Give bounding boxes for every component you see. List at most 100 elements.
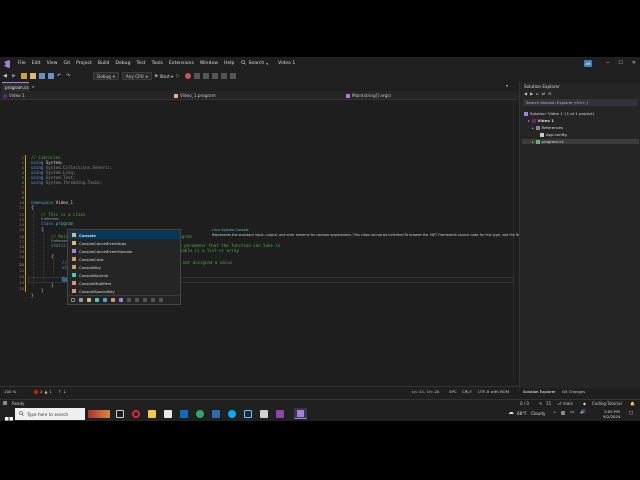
- completion-item[interactable]: ConsoleCancelEventHandler: [69, 247, 180, 255]
- mail-icon[interactable]: [164, 410, 172, 418]
- git-counts[interactable]: 0 / 0: [520, 401, 529, 406]
- tab-program-cs[interactable]: program.cs ✕: [2, 82, 35, 91]
- redo-icon[interactable]: ↷: [66, 73, 72, 79]
- windows-start-icon[interactable]: [5, 410, 13, 421]
- taskbar-search-input[interactable]: Type here to search: [15, 408, 85, 420]
- hot-reload-icon[interactable]: [185, 73, 192, 79]
- weather-icon[interactable]: ☁: [508, 409, 514, 416]
- notification-icon[interactable]: 🔔: [630, 401, 635, 406]
- tray-chevron-up-icon[interactable]: ^: [553, 411, 556, 416]
- menu-file[interactable]: File: [15, 61, 29, 66]
- menu-window[interactable]: Window: [197, 61, 221, 66]
- filter-snippet-icon[interactable]: [159, 297, 163, 302]
- line-ending[interactable]: CRLF: [462, 389, 472, 394]
- file-explorer-icon[interactable]: [148, 410, 156, 418]
- menu-extensions[interactable]: Extensions: [166, 61, 197, 66]
- completion-item[interactable]: ConsoleKeyInfo: [69, 271, 180, 279]
- completion-item[interactable]: ConsoleColor: [69, 255, 180, 263]
- completion-item[interactable]: ConsoleModifiers: [69, 279, 180, 287]
- menu-project[interactable]: Project: [73, 61, 95, 66]
- class-dropdown[interactable]: Video_1.program: [174, 92, 334, 99]
- tree-references[interactable]: ▸ References: [532, 125, 563, 130]
- home-icon[interactable]: ⌂: [536, 91, 539, 96]
- store-icon[interactable]: [212, 410, 220, 418]
- menu-test[interactable]: Test: [134, 61, 149, 66]
- network-icon[interactable]: ▭: [570, 410, 574, 415]
- tray-app-icon[interactable]: [561, 411, 565, 415]
- completion-item[interactable]: ConsoleCancelEventArgs: [69, 239, 180, 247]
- filter-field-icon[interactable]: [143, 297, 147, 302]
- save-all-icon[interactable]: [48, 73, 54, 79]
- filter-class-icon[interactable]: [87, 297, 91, 302]
- back-icon[interactable]: ◀: [3, 73, 9, 79]
- edge-icon[interactable]: [196, 410, 204, 418]
- menu-view[interactable]: View: [44, 61, 61, 66]
- completion-item[interactable]: Console: [69, 231, 180, 239]
- project-dropdown[interactable]: Video 1: [3, 92, 163, 99]
- tree-project[interactable]: ▾ Video 1: [528, 118, 554, 123]
- volume-icon[interactable]: 🔊: [580, 410, 586, 415]
- undo-icon[interactable]: ↶: [57, 73, 63, 79]
- git-repo[interactable]: Coding-Tutorial: [592, 401, 622, 406]
- tab-overflow-icon[interactable]: ▾: [506, 83, 508, 88]
- toolbar-misc-icon[interactable]: [194, 73, 201, 79]
- new-item-icon[interactable]: [21, 73, 27, 79]
- filter-keyword-icon[interactable]: [151, 297, 155, 302]
- filter-struct-icon[interactable]: [95, 297, 99, 302]
- visual-studio-active-icon[interactable]: [294, 408, 307, 419]
- menu-edit[interactable]: Edit: [29, 61, 44, 66]
- maximize-icon[interactable]: ☐: [618, 60, 622, 66]
- tab-git-changes[interactable]: Git Changes: [562, 389, 585, 394]
- zoom-level[interactable]: 100 %: [4, 389, 16, 394]
- notification-center-icon[interactable]: ▢: [629, 411, 633, 416]
- avatar[interactable]: AR: [584, 60, 592, 67]
- filter-property-icon[interactable]: [135, 297, 139, 302]
- start-button[interactable]: ▶ Start ▾: [155, 73, 173, 79]
- forward-icon[interactable]: ▶: [12, 73, 18, 79]
- back-icon[interactable]: ◀: [524, 91, 527, 96]
- git-branch[interactable]: main: [563, 401, 573, 406]
- completion-item[interactable]: ConsoleKey: [69, 263, 180, 271]
- down-arrow-icon[interactable]: ↓: [63, 389, 66, 394]
- opera-icon[interactable]: [132, 410, 140, 418]
- platform-dropdown[interactable]: Any CPU ▾: [121, 72, 152, 80]
- menu-build[interactable]: Build: [95, 61, 113, 66]
- menu-help[interactable]: Help: [221, 61, 237, 66]
- forward-icon[interactable]: ▶: [530, 91, 533, 96]
- filter-method-icon[interactable]: [127, 297, 131, 302]
- filter-delegate-icon[interactable]: [119, 297, 123, 302]
- tree-program-cs[interactable]: ▸ program.cs: [522, 139, 639, 144]
- close-icon[interactable]: ✕: [32, 85, 35, 89]
- toolbar-misc-icon[interactable]: [221, 73, 228, 79]
- menu-tools[interactable]: Tools: [149, 61, 166, 66]
- close-icon[interactable]: ✕: [632, 60, 636, 66]
- clock-date[interactable]: 9/2/2024: [603, 414, 620, 419]
- weather-temp[interactable]: 68°F: [517, 411, 527, 416]
- tree-appconfig[interactable]: App.config: [540, 132, 567, 137]
- outlook-icon[interactable]: [180, 410, 188, 418]
- steam-icon[interactable]: [244, 410, 252, 418]
- minimize-icon[interactable]: ─: [606, 60, 609, 66]
- visual-studio-icon[interactable]: [276, 410, 284, 418]
- indentation-mode[interactable]: SPC: [449, 389, 457, 394]
- config-dropdown[interactable]: Debug ▾: [93, 72, 119, 80]
- photos-icon[interactable]: [260, 410, 268, 418]
- skype-icon[interactable]: [228, 410, 236, 418]
- filter-namespace-icon[interactable]: [79, 297, 83, 302]
- completion-item[interactable]: ConsoleSpecialKey: [69, 287, 180, 295]
- expand-filter-icon[interactable]: [71, 297, 75, 302]
- member-dropdown[interactable]: Main(string[] args): [346, 92, 506, 99]
- up-arrow-icon[interactable]: ↑: [58, 389, 61, 394]
- toolbar-misc-icon[interactable]: [212, 73, 219, 79]
- save-icon[interactable]: [39, 73, 45, 79]
- solution-search-input[interactable]: Search Solution Explorer (Ctrl+;): [523, 99, 638, 106]
- tree-solution[interactable]: Solution 'Video 1' (1 of 1 project): [524, 111, 594, 116]
- open-folder-icon[interactable]: [30, 73, 36, 79]
- collapse-all-icon[interactable]: ⊟: [548, 91, 551, 96]
- news-widget-icon[interactable]: [88, 410, 110, 418]
- filter-interface-icon[interactable]: [103, 297, 107, 302]
- tab-solution-explorer[interactable]: Solution Explorer: [523, 389, 555, 394]
- search-box[interactable]: Search ▾: [241, 60, 268, 67]
- menu-debug[interactable]: Debug: [112, 61, 133, 66]
- error-indicator[interactable]: 2 ▲ 1: [34, 389, 52, 394]
